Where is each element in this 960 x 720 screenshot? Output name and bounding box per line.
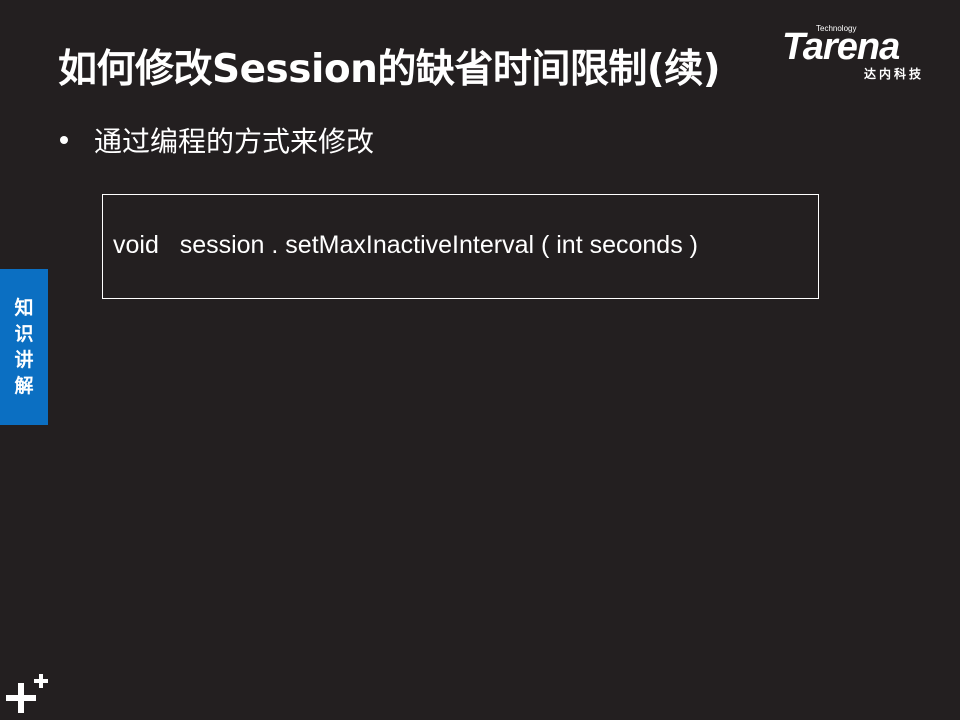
plus-icon <box>6 670 52 716</box>
tarena-logo: Technology Tarena 达内科技 <box>780 22 950 84</box>
side-tab-char: 知 <box>14 297 34 319</box>
side-tab-label: 知识讲解 <box>0 295 48 399</box>
bullet-dot-icon <box>60 136 68 144</box>
bullet-text: 通过编程的方式来修改 <box>94 125 375 158</box>
side-tab-knowledge: 知识讲解 <box>0 269 48 425</box>
side-tab-char: 解 <box>14 375 34 397</box>
code-box: void session . setMaxInactiveInterval ( … <box>102 194 819 299</box>
side-tab-char: 识 <box>14 323 34 345</box>
logo-chinese-name: 达内科技 <box>864 67 925 81</box>
bullet-item: 通过编程的方式来修改 <box>60 120 374 160</box>
logo-wordmark: Tarena <box>782 26 900 68</box>
side-tab-char: 讲 <box>14 349 34 371</box>
page-title: 如何修改Session的缺省时间限制(续) <box>58 47 721 92</box>
code-signature: void session . setMaxInactiveInterval ( … <box>113 231 698 259</box>
